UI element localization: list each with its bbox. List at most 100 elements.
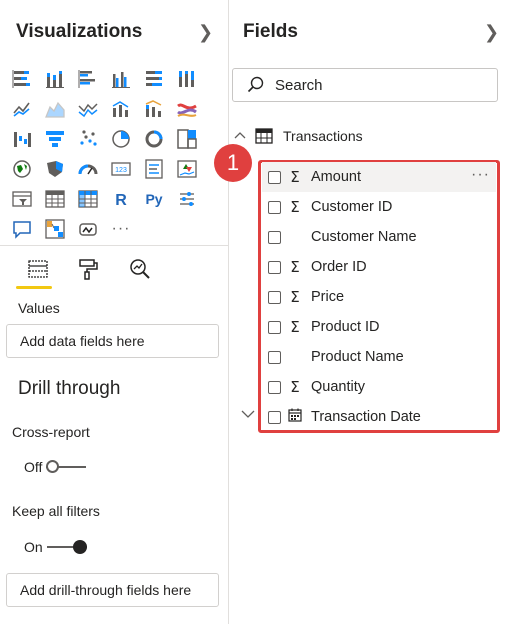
field-customer-name[interactable]: Customer Name [262, 222, 496, 252]
field-quantity[interactable]: Σ Quantity [262, 372, 496, 402]
kpi-icon[interactable] [173, 154, 201, 184]
field-checkbox[interactable] [268, 410, 281, 424]
multi-row-card-icon[interactable] [140, 154, 168, 184]
table-node-transactions[interactable]: Transactions [233, 128, 363, 144]
cross-report-switch[interactable] [46, 460, 87, 474]
calendar-icon [284, 408, 306, 426]
field-name: Price [311, 289, 345, 305]
expand-chevron-down-icon[interactable] [241, 406, 255, 422]
cross-report-toggle[interactable]: Off [24, 459, 87, 475]
field-product-name[interactable]: Product Name [262, 342, 496, 372]
field-name: Product Name [311, 349, 404, 365]
fields-tab-icon[interactable] [22, 254, 54, 284]
r-visual-label: R [115, 192, 127, 209]
decomposition-tree-icon[interactable] [41, 214, 69, 244]
sigma-icon: Σ [290, 288, 300, 306]
field-checkbox[interactable] [268, 350, 281, 364]
keep-filters-switch[interactable] [46, 540, 87, 554]
field-product-id[interactable]: Σ Product ID [262, 312, 496, 342]
cross-report-label: Cross-report [12, 424, 90, 440]
field-checkbox[interactable] [268, 170, 281, 184]
cross-report-state: Off [24, 459, 43, 475]
qa-icon[interactable] [8, 214, 36, 244]
paginated-report-icon[interactable] [74, 214, 102, 244]
clustered-column-icon[interactable] [107, 64, 135, 94]
empty-slot-5 [206, 184, 234, 214]
100-stacked-column-icon[interactable] [173, 64, 201, 94]
table-icon[interactable] [41, 184, 69, 214]
more-visuals-icon[interactable]: ··· [107, 214, 135, 244]
matrix-icon[interactable] [74, 184, 102, 214]
stacked-area-icon[interactable] [74, 94, 102, 124]
clustered-bar-icon[interactable] [74, 64, 102, 94]
sigma-icon: Σ [290, 258, 300, 276]
stacked-bar-icon[interactable] [8, 64, 36, 94]
filled-map-icon[interactable] [41, 154, 69, 184]
fields-search-input[interactable]: Search [232, 68, 498, 102]
field-name: Quantity [311, 379, 365, 395]
map-icon[interactable] [8, 154, 36, 184]
card-icon-label: 123 [115, 167, 127, 174]
100-stacked-bar-icon[interactable] [140, 64, 168, 94]
field-price[interactable]: Σ Price [262, 282, 496, 312]
line-stacked-column-icon[interactable] [140, 94, 168, 124]
fields-title: Fields [243, 21, 298, 42]
field-amount[interactable]: Σ Amount ··· [262, 162, 496, 192]
sigma-icon: Σ [290, 168, 300, 186]
stacked-column-icon[interactable] [41, 64, 69, 94]
field-order-id[interactable]: Σ Order ID [262, 252, 496, 282]
scatter-icon[interactable] [74, 124, 102, 154]
drill-through-title: Drill through [18, 378, 121, 399]
field-name: Order ID [311, 259, 367, 275]
step-number-badge: 1 [214, 144, 252, 182]
funnel-icon[interactable] [41, 124, 69, 154]
field-name: Product ID [311, 319, 380, 335]
collapse-visualizations-chevron-icon[interactable]: ❯ [198, 22, 213, 43]
values-well[interactable]: Add data fields here [6, 324, 219, 358]
active-tab-indicator [16, 286, 52, 289]
line-chart-icon[interactable] [8, 94, 36, 124]
collapse-chevron-up-icon[interactable] [233, 129, 247, 143]
field-customer-id[interactable]: Σ Customer ID [262, 192, 496, 222]
field-checkbox[interactable] [268, 260, 281, 274]
field-name: Amount [311, 169, 361, 185]
r-visual-icon[interactable]: R [107, 184, 135, 214]
field-checkbox[interactable] [268, 320, 281, 334]
field-name: Transaction Date [311, 409, 421, 425]
field-name: Customer Name [311, 229, 417, 245]
waterfall-icon[interactable] [8, 124, 36, 154]
pane-divider [228, 0, 229, 624]
sigma-icon: Σ [290, 198, 300, 216]
more-options-icon[interactable]: ··· [471, 166, 490, 184]
sigma-icon: Σ [290, 318, 300, 336]
analytics-magnifier-icon[interactable] [124, 254, 156, 284]
treemap-icon[interactable] [173, 124, 201, 154]
key-influencers-icon[interactable] [173, 184, 201, 214]
slicer-icon[interactable] [8, 184, 36, 214]
visualizations-title: Visualizations [16, 21, 143, 42]
collapse-fields-chevron-icon[interactable]: ❯ [484, 22, 499, 43]
keep-filters-label: Keep all filters [12, 503, 100, 519]
ribbon-chart-icon[interactable] [173, 94, 201, 124]
line-clustered-column-icon[interactable] [107, 94, 135, 124]
donut-chart-icon[interactable] [140, 124, 168, 154]
area-chart-icon[interactable] [41, 94, 69, 124]
field-checkbox[interactable] [268, 380, 281, 394]
keep-filters-state: On [24, 539, 43, 555]
visual-type-gallery: 123 R Py ··· [8, 64, 220, 244]
field-checkbox[interactable] [268, 200, 281, 214]
table-grid-icon [255, 128, 273, 144]
drill-through-well[interactable]: Add drill-through fields here [6, 573, 219, 607]
format-paint-roller-icon[interactable] [72, 254, 104, 284]
gauge-icon[interactable] [74, 154, 102, 184]
card-icon[interactable]: 123 [107, 154, 135, 184]
pie-chart-icon[interactable] [107, 124, 135, 154]
empty-slot-2 [206, 94, 234, 124]
field-checkbox[interactable] [268, 290, 281, 304]
field-transaction-date[interactable]: Transaction Date [262, 402, 496, 432]
keep-filters-toggle[interactable]: On [24, 539, 87, 555]
python-visual-icon[interactable]: Py [140, 184, 168, 214]
search-icon [247, 76, 264, 93]
field-checkbox[interactable] [268, 230, 281, 244]
table-name: Transactions [283, 128, 363, 144]
